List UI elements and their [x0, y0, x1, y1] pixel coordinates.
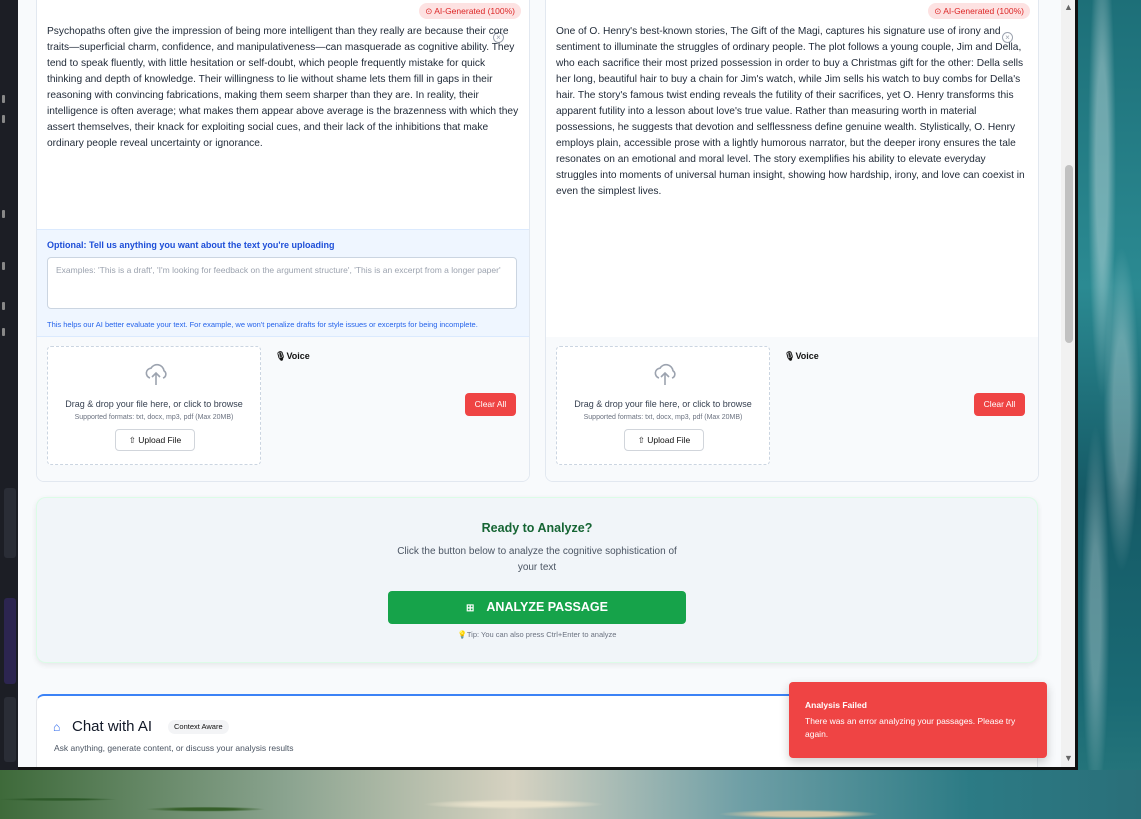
note-textarea[interactable]: Examples: 'This is a draft', 'I'm lookin…: [47, 257, 517, 309]
tip-text: Tip: You can also press Ctrl+Enter to an…: [466, 630, 617, 639]
voice-button[interactable]: 🎙Voice: [275, 351, 310, 362]
error-toast[interactable]: Analysis Failed There was an error analy…: [789, 682, 1047, 758]
page-scrollbar[interactable]: ▲ ▼: [1061, 0, 1075, 767]
analyze-description: Click the button below to analyze the co…: [397, 546, 677, 573]
upload-icon: ⇧: [637, 435, 648, 445]
cloud-upload-icon: [145, 363, 167, 385]
scrollbar-thumb[interactable]: [1065, 165, 1073, 343]
toast-title: Analysis Failed: [805, 700, 867, 710]
analyze-card: Ready to Analyze? Click the button below…: [36, 497, 1038, 663]
strip-panel: [4, 697, 16, 762]
passage-text[interactable]: Psychopaths often give the impression of…: [47, 24, 519, 152]
analyze-title: Ready to Analyze?: [481, 521, 593, 535]
badge-label: AI-Generated (100%): [434, 6, 515, 16]
supported-formats: Supported formats: txt, docx, mp3, pdf (…: [583, 414, 743, 421]
dropzone-label: Drag & drop your file here, or click to …: [65, 399, 243, 409]
analyze-tip: 💡Tip: You can also press Ctrl+Enter to a…: [37, 630, 1037, 639]
microphone-icon: 🎙: [784, 351, 796, 361]
desktop-left-strip: [0, 0, 18, 770]
toast-message: There was an error analyzing your passag…: [805, 716, 1016, 739]
voice-label: Voice: [286, 351, 310, 361]
strip-marker: [2, 328, 5, 336]
dropzone-label: Drag & drop your file here, or click to …: [574, 399, 752, 409]
passage-panel-right: ⊙ AI-Generated (100%) × One of O. Henry'…: [545, 0, 1039, 482]
microphone-icon: 🎙: [275, 351, 287, 361]
badge-label: AI-Generated (100%): [943, 6, 1024, 16]
strip-marker: [2, 302, 5, 310]
strip-panel: [4, 598, 16, 684]
grid-icon: ⊞: [466, 603, 475, 614]
desktop-wallpaper: [1076, 0, 1141, 819]
scroll-up-icon[interactable]: ▲: [1064, 2, 1073, 12]
strip-marker: [2, 262, 5, 270]
browser-window: ⊙ AI-Generated (100%) × Psychopaths ofte…: [18, 0, 1078, 770]
strip-marker: [2, 115, 5, 123]
voice-label: Voice: [795, 351, 819, 361]
note-help-text: This helps our AI better evaluate your t…: [47, 320, 478, 329]
page-content: ⊙ AI-Generated (100%) × Psychopaths ofte…: [18, 0, 1061, 767]
analyze-button-label: ANALYZE PASSAGE: [486, 600, 608, 614]
scroll-down-icon[interactable]: ▼: [1064, 753, 1073, 763]
optional-note-section: Optional: Tell us anything you want abou…: [37, 229, 529, 337]
bot-icon: ⌂: [53, 720, 61, 734]
alert-circle-icon: ⊙: [934, 6, 944, 16]
voice-button[interactable]: 🎙Voice: [784, 351, 819, 362]
chat-subtitle: Ask anything, generate content, or discu…: [54, 743, 294, 753]
strip-marker: [2, 210, 5, 218]
supported-formats: Supported formats: txt, docx, mp3, pdf (…: [74, 414, 234, 421]
ai-generated-badge: ⊙ AI-Generated (100%): [419, 3, 521, 19]
passage-text[interactable]: One of O. Henry's best-known stories, Th…: [556, 24, 1028, 200]
context-aware-badge: Context Aware: [168, 720, 229, 734]
upload-icon: ⇧: [128, 435, 139, 445]
ai-generated-badge: ⊙ AI-Generated (100%): [928, 3, 1030, 19]
alert-circle-icon: ⊙: [425, 6, 435, 16]
upload-file-button[interactable]: ⇧ Upload File: [624, 429, 704, 451]
passage-panel-left: ⊙ AI-Generated (100%) × Psychopaths ofte…: [36, 0, 530, 482]
note-title: Optional: Tell us anything you want abou…: [47, 240, 335, 250]
file-dropzone[interactable]: Drag & drop your file here, or click to …: [556, 346, 770, 465]
analyze-passage-button[interactable]: ⊞ ANALYZE PASSAGE: [388, 591, 686, 624]
upload-file-button[interactable]: ⇧ Upload File: [115, 429, 195, 451]
desktop-wallpaper-bottom: [0, 770, 1141, 819]
clear-all-button[interactable]: Clear All: [974, 393, 1025, 416]
chat-title: Chat with AI: [72, 718, 153, 735]
file-dropzone[interactable]: Drag & drop your file here, or click to …: [47, 346, 261, 465]
lightbulb-icon: 💡: [457, 630, 467, 639]
clear-all-button[interactable]: Clear All: [465, 393, 516, 416]
cloud-upload-icon: [654, 363, 676, 385]
strip-panel: [4, 488, 16, 558]
upload-button-label: Upload File: [138, 435, 182, 445]
upload-button-label: Upload File: [647, 435, 691, 445]
strip-marker: [2, 95, 5, 103]
